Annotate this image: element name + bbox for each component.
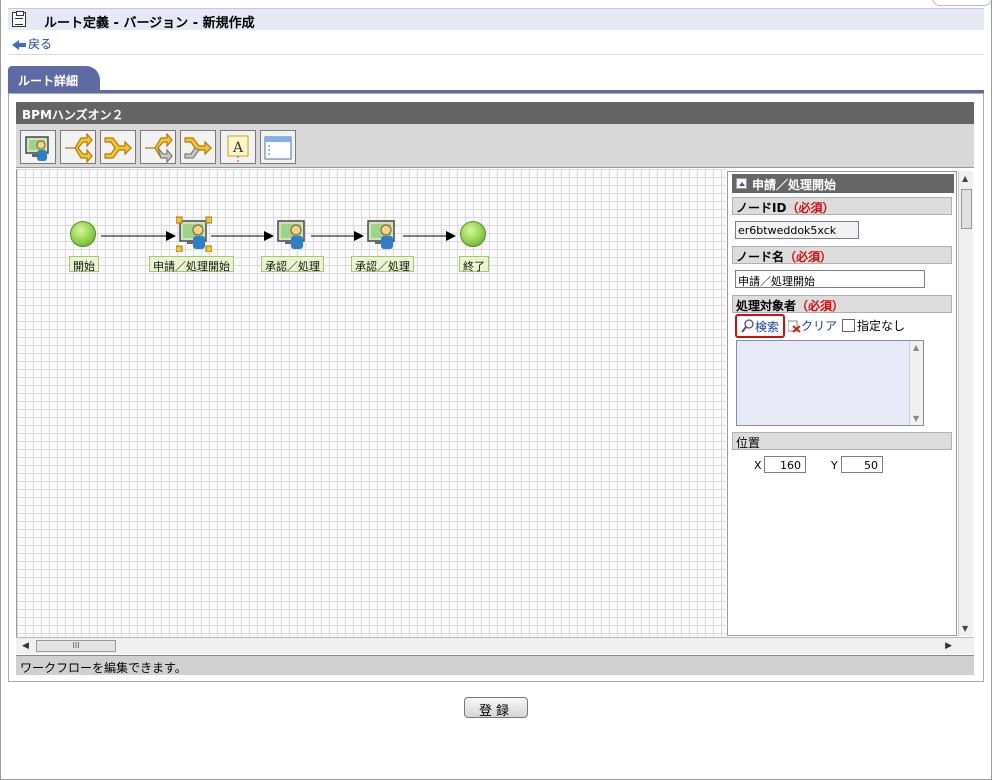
back-arrow-icon — [12, 39, 26, 50]
workflow-canvas[interactable]: 開始 申請／処理開始 承認／処理 承認／処理 終了 — [16, 169, 726, 637]
merge-icon — [104, 137, 132, 159]
back-link[interactable]: 戻る — [12, 35, 52, 52]
approve1-node-label: 承認／処理 — [261, 256, 324, 273]
apply-node-label: 申請／処理開始 — [149, 256, 234, 273]
y-field[interactable]: 50 — [841, 456, 883, 473]
collapse-icon[interactable] — [736, 178, 747, 189]
text-annotation-icon: A — [227, 135, 249, 162]
node-name-label: ノード名 — [736, 250, 785, 264]
position-section: 位置 — [732, 432, 952, 450]
node-id-section: ノードID（必須） — [732, 197, 952, 215]
search-button[interactable]: 検索 — [735, 314, 785, 338]
status-bar: ワークフローを編集できます。 — [16, 655, 974, 675]
scroll-left-icon[interactable]: ◀ — [22, 641, 29, 651]
add-task-node-button[interactable] — [20, 130, 56, 164]
node-id-label: ノードID — [736, 201, 787, 215]
branch-gray-icon — [145, 133, 173, 163]
page-title: ルート定義 - バージョン - 新規作成 — [44, 16, 255, 31]
tab-route-detail[interactable]: ルート詳細 — [8, 66, 100, 91]
properties-title: 申請／処理開始 — [752, 178, 837, 192]
required-mark: （必須） — [784, 250, 833, 264]
start-node-label: 開始 — [69, 256, 99, 273]
back-label: 戻る — [28, 37, 53, 51]
apply-node[interactable] — [175, 216, 213, 253]
editor-toolbar: A — [16, 124, 974, 168]
add-merge-button[interactable] — [100, 130, 136, 164]
scroll-up-icon[interactable]: ▲ — [913, 343, 919, 352]
hscroll-thumb[interactable]: III — [36, 640, 116, 652]
start-node[interactable] — [70, 221, 96, 247]
add-text-button[interactable]: A — [220, 130, 256, 164]
document-icon — [12, 11, 26, 27]
window-edge — [932, 0, 992, 6]
task-node-icon — [175, 216, 213, 253]
route-name-header: BPMハンズオン２ — [16, 102, 974, 124]
node-name-section: ノード名（必須） — [732, 246, 952, 264]
unspecified-label: 指定なし — [857, 319, 906, 333]
node-name-field[interactable]: 申請／処理開始 — [735, 270, 925, 288]
y-label: Y — [831, 459, 838, 472]
approve2-node[interactable] — [365, 218, 401, 252]
add-merge-alt-button[interactable] — [180, 130, 216, 164]
magnifier-icon — [741, 319, 754, 333]
clear-button[interactable]: クリア — [787, 317, 838, 334]
task-node-icon — [277, 220, 305, 249]
scroll-thumb[interactable] — [961, 189, 972, 229]
target-list-scrollbar[interactable]: ▲ ▼ — [909, 341, 923, 425]
node-id-field[interactable]: er6btweddok5xck — [735, 221, 859, 239]
register-button[interactable]: 登録 — [464, 697, 528, 719]
target-label: 処理対象者 — [736, 299, 797, 313]
add-branch-button[interactable] — [60, 130, 96, 164]
window-icon — [264, 136, 292, 160]
clear-label: クリア — [801, 319, 838, 333]
task-node-icon — [367, 220, 395, 249]
approve1-node[interactable] — [275, 218, 311, 252]
canvas-hscrollbar[interactable]: ◀ III ▶ — [16, 637, 974, 654]
add-window-button[interactable] — [260, 130, 296, 164]
required-mark: （必須） — [796, 299, 845, 313]
svg-text:A: A — [232, 140, 244, 156]
position-label: 位置 — [736, 436, 761, 450]
end-node[interactable] — [460, 221, 486, 247]
title-bar: ルート定義 - バージョン - 新規作成 — [8, 8, 984, 31]
target-list[interactable]: ▲ ▼ — [736, 340, 924, 426]
properties-scrollbar[interactable]: ▲ ▼ — [958, 171, 973, 636]
scroll-down-icon[interactable]: ▼ — [913, 414, 919, 423]
add-branch-alt-button[interactable] — [140, 130, 176, 164]
properties-header[interactable]: 申請／処理開始 — [732, 174, 954, 193]
task-node-icon — [25, 136, 49, 161]
merge-gray-icon — [184, 137, 212, 159]
back-bar: 戻る — [8, 31, 984, 55]
x-field[interactable]: 160 — [764, 456, 806, 473]
end-node-label: 終了 — [459, 256, 489, 273]
scroll-up-icon[interactable]: ▲ — [962, 174, 968, 183]
scroll-right-icon[interactable]: ▶ — [945, 641, 952, 651]
unspecified-checkbox[interactable] — [842, 319, 855, 332]
approve2-node-label: 承認／処理 — [351, 256, 414, 273]
x-label: X — [754, 459, 762, 472]
target-section: 処理対象者（必須） — [732, 295, 952, 313]
search-label: 検索 — [755, 320, 780, 334]
scroll-down-icon[interactable]: ▼ — [962, 624, 968, 633]
required-mark: （必須） — [786, 201, 835, 215]
branch-icon — [65, 133, 93, 163]
clear-icon — [787, 320, 801, 333]
